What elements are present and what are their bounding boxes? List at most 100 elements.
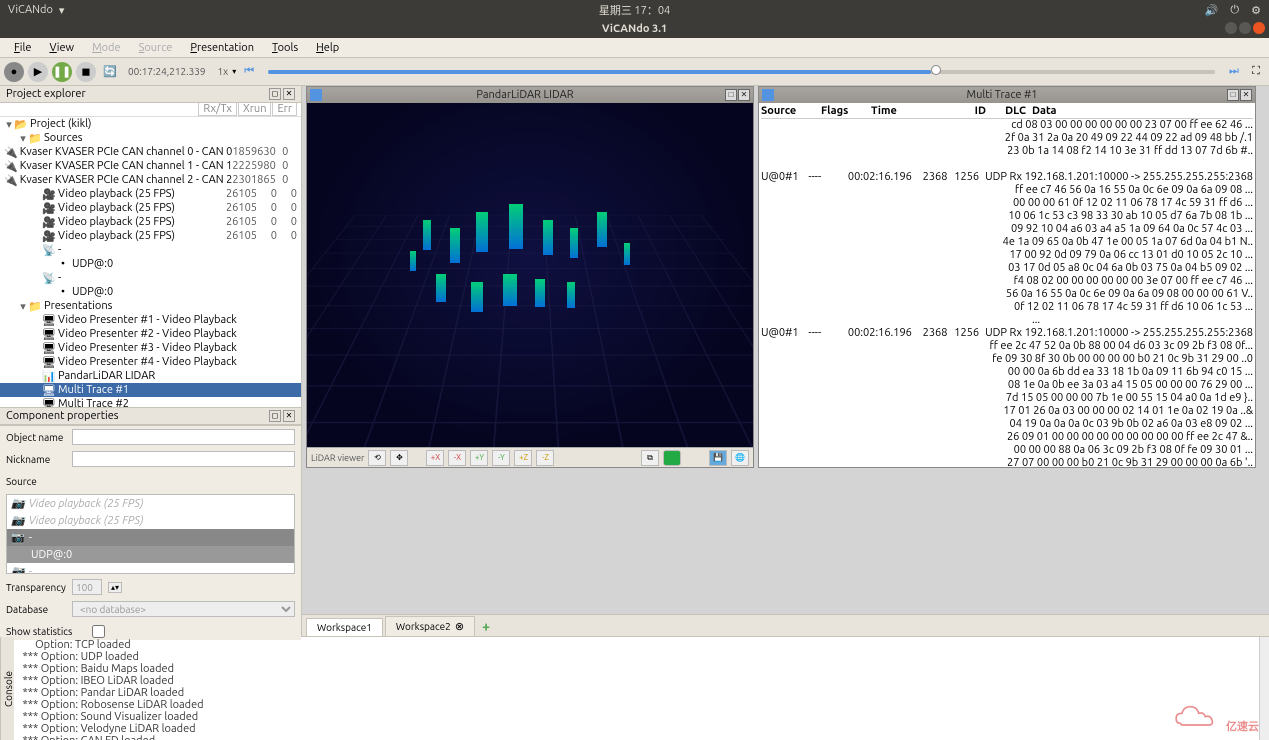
trace-row[interactable]: f4 08 02 00 00 00 00 00 00 3e 07 00 ff e… bbox=[761, 275, 1253, 288]
panel-close-button[interactable]: ✕ bbox=[283, 410, 295, 422]
trace-row[interactable]: 2f 0a 31 2a 0a 20 49 09 22 44 09 22 ad 0… bbox=[761, 132, 1253, 145]
tree-row[interactable]: ▾📂Project (kikl) bbox=[0, 117, 301, 131]
copy-button[interactable]: ⧉ bbox=[641, 450, 659, 466]
trace-row[interactable]: 27 07 00 00 00 b0 21 0c 9b 31 29 00 00 0… bbox=[761, 457, 1253, 467]
record-indicator[interactable] bbox=[663, 450, 681, 466]
trace-row[interactable]: 03 17 0d 05 a8 0c 04 6a 0b 03 75 0a 04 b… bbox=[761, 262, 1253, 275]
source-list-item[interactable]: UDP@:0 bbox=[7, 546, 294, 563]
maximize-icon[interactable]: □ bbox=[725, 89, 737, 101]
axis-y-neg-button[interactable]: -Y bbox=[492, 450, 510, 466]
tree-row[interactable]: 🖥Video Presenter #4 - Video Playback bbox=[0, 355, 301, 369]
maximize-icon[interactable]: □ bbox=[1227, 89, 1239, 101]
trace-row[interactable]: 4e 1a 09 65 0a 0b 47 1e 00 05 1a 07 6d 0… bbox=[761, 236, 1253, 249]
tree-row[interactable]: 🎥Video playback (25 FPS)2610500 bbox=[0, 215, 301, 229]
tree-row[interactable]: 🔌Kvaser KVASER PCIe CAN channel 2 - CAN … bbox=[0, 173, 301, 187]
trace-row[interactable]: cd 08 03 00 00 00 00 00 00 23 07 00 ff e… bbox=[761, 119, 1253, 132]
trace-row[interactable]: 0f 12 02 11 06 78 17 4c 59 31 ff d6 10 0… bbox=[761, 301, 1253, 314]
tree-row[interactable]: 🔌Kvaser KVASER PCIe CAN channel 0 - CAN … bbox=[0, 145, 301, 159]
object-name-input[interactable] bbox=[72, 429, 295, 445]
maximize-button[interactable] bbox=[1239, 22, 1251, 34]
axis-x-neg-button[interactable]: -X bbox=[448, 450, 466, 466]
fullscreen-button[interactable]: ⛶ bbox=[1247, 63, 1265, 81]
filter-err[interactable]: Err bbox=[272, 103, 297, 116]
trace-row[interactable]: 26 09 01 00 00 00 00 00 00 00 00 00 ff e… bbox=[761, 431, 1253, 444]
tree-row[interactable]: 🎥Video playback (25 FPS)2610500 bbox=[0, 187, 301, 201]
trace-row[interactable]: 7d 15 05 00 00 00 7b 1e 00 55 15 04 a0 0… bbox=[761, 392, 1253, 405]
project-tree[interactable]: Rx/TxXrunErr ▾📂Project (kikl)▾📁Sources🔌K… bbox=[0, 103, 301, 408]
workspace-tab[interactable]: Workspace1 bbox=[306, 618, 383, 636]
trace-row[interactable]: 00 00 0a 6b dd ea 33 18 1b 0a 09 11 6b 9… bbox=[761, 366, 1253, 379]
step-back-button[interactable]: ⏮ bbox=[240, 63, 258, 81]
trace-row[interactable]: 08 1e 0a 0b ee 3a 03 a4 15 05 00 00 00 7… bbox=[761, 379, 1253, 392]
trace-row[interactable]: 04 19 0a 0a 0a 0c 03 9b 0b 02 a6 0a 03 e… bbox=[761, 418, 1253, 431]
app-menu-button[interactable]: ViCANdo bbox=[8, 4, 53, 16]
pan-button[interactable]: ✥ bbox=[390, 450, 408, 466]
trace-row[interactable] bbox=[761, 158, 1253, 171]
panel-close-button[interactable]: ✕ bbox=[283, 88, 295, 100]
rotate-button[interactable]: ⟲ bbox=[368, 450, 386, 466]
close-icon[interactable]: ✕ bbox=[738, 89, 750, 101]
tree-row[interactable]: •UDP@:0 bbox=[0, 257, 301, 271]
power-icon[interactable]: ⏻ bbox=[1230, 4, 1239, 17]
play-button[interactable]: ▶ bbox=[28, 62, 48, 82]
menu-presentation[interactable]: Presentation bbox=[182, 40, 262, 56]
source-list-item[interactable]: 📷 - bbox=[7, 529, 294, 546]
gear-icon[interactable]: ⚙ bbox=[1251, 4, 1261, 17]
source-list-item[interactable]: 📷 Video playback (25 FPS) bbox=[7, 495, 294, 512]
step-forward-button[interactable]: ⏭ bbox=[1225, 63, 1243, 81]
tree-row[interactable]: 🖥Video Presenter #1 - Video Playback bbox=[0, 313, 301, 327]
trace-row[interactable]: fe 09 30 8f 30 0b 00 00 00 00 b0 21 0c 9… bbox=[761, 353, 1253, 366]
menu-tools[interactable]: Tools bbox=[264, 40, 306, 56]
filter-xrun[interactable]: Xrun bbox=[238, 103, 272, 116]
console-label[interactable]: Console bbox=[0, 637, 14, 740]
tree-row[interactable]: •UDP@:0 bbox=[0, 285, 301, 299]
console-body[interactable]: Option: TCP loaded *** Option: UDP loade… bbox=[14, 637, 1259, 740]
filter-rx-tx[interactable]: Rx/Tx bbox=[198, 103, 237, 116]
trace-titlebar[interactable]: Multi Trace #1 □ ✕ bbox=[759, 87, 1255, 103]
timeline-slider[interactable] bbox=[268, 68, 1215, 76]
tab-close-icon[interactable]: ⊗ bbox=[455, 620, 464, 633]
chevron-down-icon[interactable]: ▾ bbox=[232, 67, 236, 76]
tree-row[interactable]: 🖥Video Presenter #2 - Video Playback bbox=[0, 327, 301, 341]
trace-table[interactable]: SourceFlagsTimeIDDLCDatacd 08 03 00 00 0… bbox=[759, 103, 1255, 467]
source-list-item[interactable]: 📷 Video playback (25 FPS) bbox=[7, 512, 294, 529]
close-button[interactable] bbox=[1253, 22, 1265, 34]
tree-row[interactable]: 🎥Video playback (25 FPS)2610500 bbox=[0, 229, 301, 243]
lidar-viewport[interactable] bbox=[307, 103, 753, 447]
axis-z-neg-button[interactable]: -Z bbox=[536, 450, 554, 466]
trace-row[interactable]: 56 0a 16 55 0a 0c 6e 09 0a 6a 09 08 00 0… bbox=[761, 288, 1253, 301]
trace-row[interactable]: 00 00 00 88 0a 06 3c 09 2b f3 08 0f fe 0… bbox=[761, 444, 1253, 457]
add-workspace-button[interactable]: + bbox=[477, 618, 495, 636]
trace-row[interactable]: 00 00 00 61 0f 12 02 11 06 78 17 4c 59 3… bbox=[761, 197, 1253, 210]
tree-row[interactable]: 🖥Multi Trace #1 bbox=[0, 383, 301, 397]
undock-button[interactable]: ◻ bbox=[269, 88, 281, 100]
trace-row[interactable]: 10 06 1c 53 c3 98 33 30 ab 10 05 d7 6a 7… bbox=[761, 210, 1253, 223]
globe-button[interactable]: 🌐 bbox=[731, 450, 749, 466]
axis-x-pos-button[interactable]: +X bbox=[426, 450, 444, 466]
sync-button[interactable]: 🔄 bbox=[100, 62, 120, 82]
tree-row[interactable]: ▾📁Presentations bbox=[0, 299, 301, 313]
minimize-button[interactable] bbox=[1225, 22, 1237, 34]
tree-row[interactable]: 📡 - bbox=[0, 271, 301, 285]
undock-button[interactable]: ◻ bbox=[269, 410, 281, 422]
tree-row[interactable]: 📊PandarLiDAR LIDAR bbox=[0, 369, 301, 383]
nickname-input[interactable] bbox=[72, 451, 295, 467]
menu-help[interactable]: Help bbox=[308, 40, 347, 56]
tree-row[interactable]: 🖥Video Presenter #3 - Video Playback bbox=[0, 341, 301, 355]
transparency-input[interactable] bbox=[72, 579, 102, 595]
source-list[interactable]: 📷 Video playback (25 FPS)📷 Video playbac… bbox=[6, 494, 295, 574]
tree-row[interactable]: 🔌Kvaser KVASER PCIe CAN channel 1 - CAN … bbox=[0, 159, 301, 173]
trace-row[interactable]: ff ee 2c 47 52 0a 0b 88 00 04 d6 03 3c 0… bbox=[761, 340, 1253, 353]
close-icon[interactable]: ✕ bbox=[1240, 89, 1252, 101]
menu-file[interactable]: File bbox=[6, 40, 39, 56]
database-select[interactable]: <no database> bbox=[72, 601, 295, 617]
tree-row[interactable]: 🖥Multi Trace #2 bbox=[0, 397, 301, 408]
trace-row[interactable]: 23 0b 1a 14 08 f2 14 10 3e 31 ff dd 13 0… bbox=[761, 145, 1253, 158]
tree-row[interactable]: 🎥Video playback (25 FPS)2610500 bbox=[0, 201, 301, 215]
trace-row[interactable]: ... bbox=[761, 314, 1253, 327]
save-button[interactable]: 💾 bbox=[709, 450, 727, 466]
tree-row[interactable]: ▾📁Sources bbox=[0, 131, 301, 145]
trace-row[interactable]: 17 01 26 0a 03 00 00 00 02 14 01 1e 0a 0… bbox=[761, 405, 1253, 418]
volume-icon[interactable]: 🔊 bbox=[1205, 4, 1219, 17]
trace-row[interactable]: ff ee c7 46 56 0a 16 55 0a 0c 6e 09 0a 6… bbox=[761, 184, 1253, 197]
